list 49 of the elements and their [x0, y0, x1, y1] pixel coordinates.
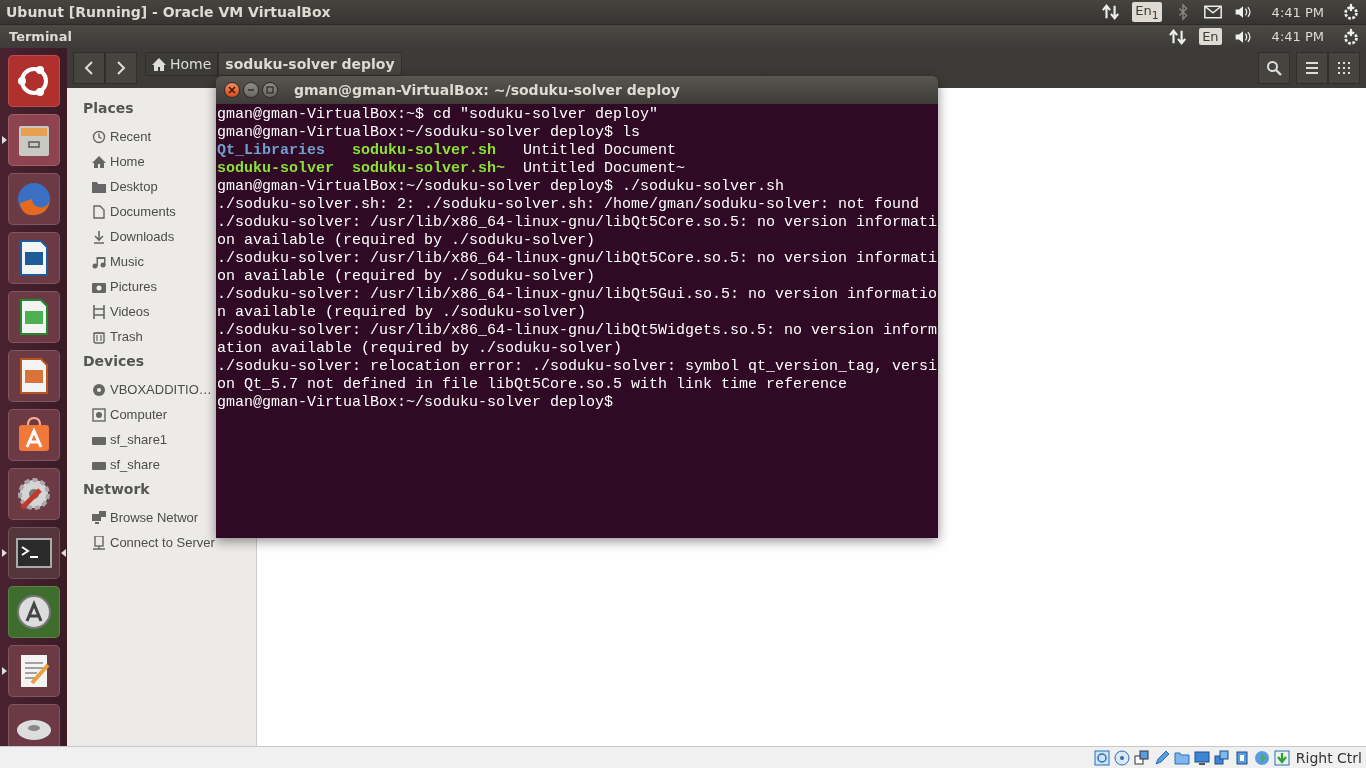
file-name: Untitled Document — [523, 142, 677, 160]
sidebar-item[interactable]: Trash — [83, 324, 143, 349]
file-name: soduku-solver — [217, 160, 336, 178]
file-name: soduku-solver.sh — [352, 142, 498, 160]
sidebar-item[interactable]: sf_share — [83, 452, 160, 477]
terminal-line: ./soduku-solver: /usr/lib/x86_64-linux-gnu/libQt5Core.so.5: no version informati — [216, 250, 938, 268]
file-name: Qt_Libraries — [217, 142, 327, 160]
keyboard-layout-indicator[interactable]: En — [1199, 28, 1222, 45]
window-title: gman@gman-VirtualBox: ~/soduku-solver deploy — [294, 82, 680, 98]
terminal-line: gman@gman-VirtualBox:~/soduku-solver deploy$ ls — [216, 124, 641, 142]
sidebar-item[interactable]: sf_share1 — [83, 427, 168, 452]
sidebar-item[interactable]: Home — [83, 149, 145, 174]
file-name: soduku-solver.sh~ — [352, 160, 507, 178]
clock[interactable]: 4:41 PM — [1271, 29, 1324, 44]
terminal-line: gman@gman-VirtualBox:~$ cd "soduku-solver deploy" — [216, 106, 659, 124]
sidebar-heading: Network — [83, 480, 150, 499]
sidebar-item[interactable]: Recent — [83, 124, 152, 149]
keyboard-layout-indicator[interactable]: En$_{1}$ — [1132, 1, 1162, 23]
terminal-line: on available (required by ./soduku-solver) — [216, 268, 596, 286]
terminal-line: on available (required by ./soduku-solver) — [216, 232, 596, 250]
sidebar-item[interactable]: Connect to Server — [83, 530, 215, 555]
terminal-line: ./soduku-solver.sh: 2: ./soduku-solver.sh: /home/gman/soduku-solver: not found — [216, 196, 920, 214]
sidebar-heading: Devices — [83, 352, 145, 371]
sidebar-item[interactable]: Videos — [83, 299, 150, 324]
terminal-line: ./soduku-solver: /usr/lib/x86_64-linux-gnu/libQt5Gui.so.5: no version informatio — [216, 286, 938, 304]
terminal-line: ./soduku-solver: /usr/lib/x86_64-linux-gnu/libQt5Core.so.5: no version informati — [216, 214, 938, 232]
path-button[interactable]: soduku-solver deploy — [218, 52, 402, 76]
terminal-line: gman@gman-VirtualBox:~/soduku-solver deploy$ ./soduku-solver.sh — [216, 178, 785, 196]
sidebar-heading: Places — [83, 99, 134, 118]
terminal-line: ./soduku-solver: /usr/lib/x86_64-linux-gnu/libQt5Widgets.so.5: no version inform — [216, 322, 938, 340]
sidebar-item[interactable]: Browse Networ — [83, 505, 199, 530]
terminal-line: gman@gman-VirtualBox:~/soduku-solver deploy$ — [216, 394, 614, 412]
sidebar-item[interactable]: Music — [83, 249, 144, 274]
terminal-line: on Qt_5.7 not defined in file libQt5Core.so.5 with link time reference — [216, 376, 848, 394]
sidebar-item[interactable]: Desktop — [83, 174, 158, 199]
sidebar-item[interactable]: VBOXADDITIO… — [83, 377, 212, 402]
terminal-line: n available (required by ./soduku-solver) — [216, 304, 587, 322]
file-name: Untitled Document~ — [523, 160, 686, 178]
terminal-line: ./soduku-solver: relocation error: ./soduku-solver: symbol qt_version_tag, versi — [216, 358, 938, 376]
host-key-label: Right Ctrl — [1295, 749, 1362, 766]
sidebar-item[interactable]: Documents — [83, 199, 176, 224]
clock[interactable]: 4:41 PM — [1271, 4, 1324, 20]
terminal-line: ation available (required by ./soduku-solver) — [216, 340, 623, 358]
sidebar-item[interactable]: Computer — [83, 402, 168, 427]
app-title: Terminal — [9, 29, 72, 44]
sidebar-item[interactable]: Pictures — [83, 274, 157, 299]
path-button[interactable]: Home — [145, 52, 219, 76]
window-title: Ubunut [Running] - Oracle VM VirtualBox — [6, 4, 331, 20]
sidebar-item[interactable]: Downloads — [83, 224, 175, 249]
